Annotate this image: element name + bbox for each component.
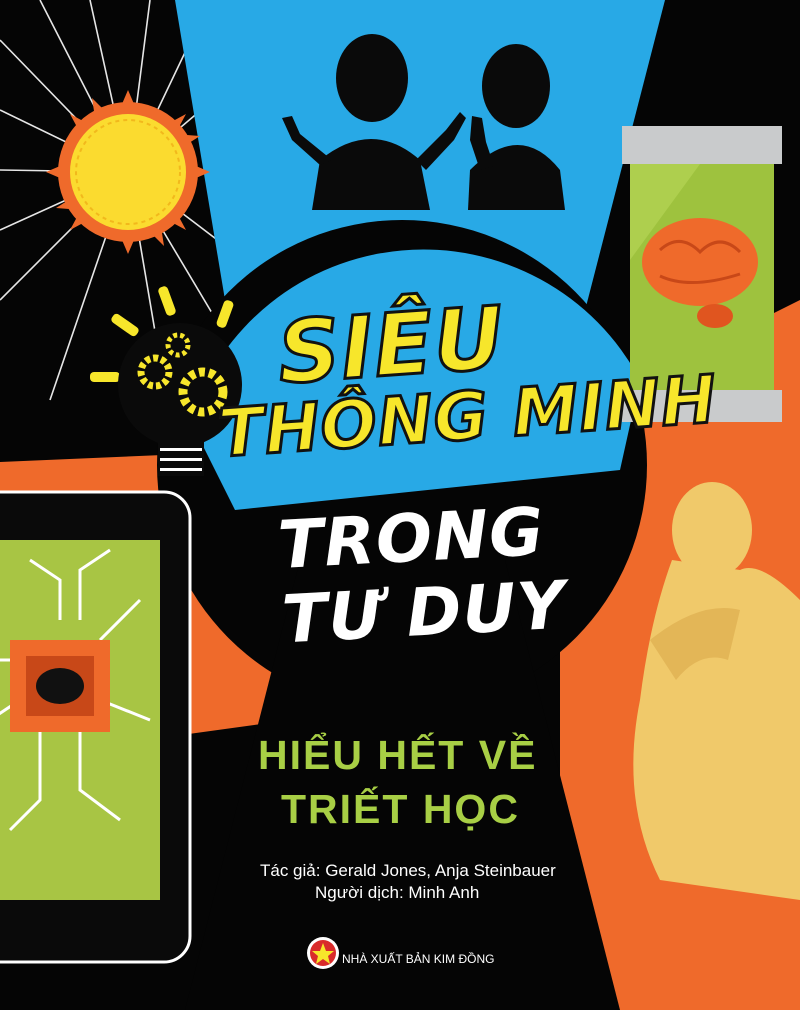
subtitle-line-1: HIỂU HẾT VỀ [258,732,538,778]
translator-credit: Người dịch: Minh Anh [315,883,480,902]
book-cover: SIÊU THÔNG MINH TRONG TƯ DUY HIỂU HẾT VỀ… [0,0,800,1010]
publisher-name: NHÀ XUẤT BẢN KIM ĐỒNG [342,952,495,966]
subtitle-line-2: TRIẾT HỌC [281,786,520,832]
sun-icon [46,90,210,254]
title-line-4: TƯ DUY [280,566,568,659]
tablet-circuit-icon [0,490,192,964]
publisher-logo-icon [307,937,339,969]
authors-credit: Tác giả: Gerald Jones, Anja Steinbauer [260,861,556,880]
